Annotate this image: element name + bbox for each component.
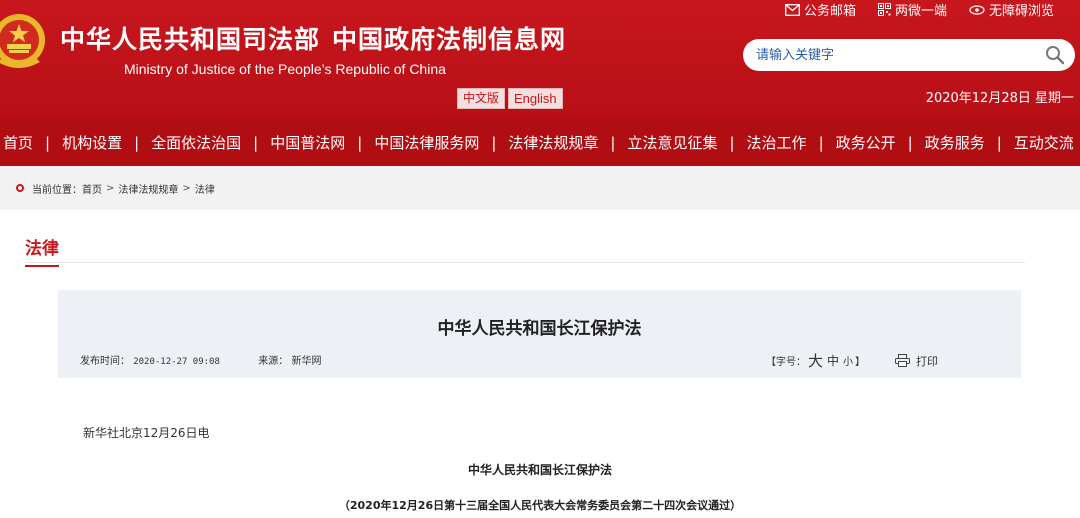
breadcrumb-prefix: 当前位置： bbox=[32, 184, 82, 196]
article-tools: 【字号： 大 中 小 】 打印 bbox=[766, 350, 938, 371]
font-size-small-button[interactable]: 小 bbox=[843, 353, 853, 368]
article-header: 中华人民共和国长江保护法 发布时间： 2020-12-27 09:08 来源： … bbox=[58, 290, 1021, 378]
article-body-title: 中华人民共和国长江保护法 bbox=[467, 463, 612, 477]
font-size-end: 】 bbox=[855, 357, 866, 368]
breadcrumb: 当前位置： 首页 > 法律法规规章 > 法律 bbox=[0, 166, 1080, 210]
article-dateline: 新华社北京12月26日电 bbox=[83, 426, 210, 440]
publish-time: 2020-12-27 09:08 bbox=[133, 357, 220, 367]
font-size-medium-button[interactable]: 中 bbox=[827, 352, 839, 369]
printer-icon bbox=[895, 354, 911, 367]
top-link-mail[interactable]: 公务邮箱 bbox=[785, 0, 856, 19]
nav-separator: | bbox=[907, 133, 913, 152]
print-label: 打印 bbox=[916, 354, 939, 368]
section-divider bbox=[25, 262, 1025, 263]
nav-separator: | bbox=[357, 133, 363, 152]
nav-item-home[interactable]: 首页 bbox=[3, 132, 33, 153]
font-size-large-button[interactable]: 大 bbox=[808, 350, 823, 371]
source-label: 来源： bbox=[258, 356, 289, 367]
nav-item-laws-regulations[interactable]: 法律法规规章 bbox=[508, 132, 598, 153]
site-title-portal: 中国政府法制信息网 bbox=[332, 25, 567, 54]
top-link-wechat-weibo-label: 两微一端 bbox=[894, 4, 947, 19]
top-link-wechat-weibo[interactable]: 两微一端 bbox=[877, 0, 947, 19]
nav-item-rule-of-law-work[interactable]: 法治工作 bbox=[747, 132, 807, 153]
lang-chinese-button[interactable]: 中文版 bbox=[457, 88, 506, 109]
article-title: 中华人民共和国长江保护法 bbox=[437, 319, 642, 339]
nav-separator: | bbox=[134, 133, 140, 152]
top-link-mail-label: 公务邮箱 bbox=[803, 4, 856, 19]
nav-separator: | bbox=[610, 133, 616, 152]
nav-separator: | bbox=[996, 133, 1002, 152]
nav-separator: | bbox=[818, 133, 824, 152]
main-nav: 首页 | 机构设置 | 全面依法治国 | 中国普法网 | 中国法律服务网 | 法律法规规章… bbox=[0, 119, 1080, 166]
article-meta: 发布时间： 2020-12-27 09:08 来源： 新华网 bbox=[80, 352, 321, 367]
site-subtitle-english: Ministry of Justice of the People’s Repu… bbox=[124, 61, 446, 77]
font-size-label: 【字号： bbox=[766, 357, 806, 368]
eye-icon bbox=[969, 4, 985, 15]
nav-item-legal-services[interactable]: 中国法律服务网 bbox=[374, 132, 479, 153]
location-dot-icon bbox=[16, 184, 24, 192]
nav-item-organization[interactable]: 机构设置 bbox=[62, 132, 122, 153]
lang-english-button[interactable]: English bbox=[508, 88, 563, 109]
search-input[interactable] bbox=[743, 40, 1035, 70]
search-box bbox=[743, 39, 1075, 71]
nav-item-interaction[interactable]: 互动交流 bbox=[1014, 132, 1074, 153]
top-link-accessibility-label: 无障碍浏览 bbox=[988, 4, 1054, 19]
nav-item-government-services[interactable]: 政务服务 bbox=[925, 132, 985, 153]
mail-icon bbox=[785, 3, 800, 16]
top-links: 公务邮箱 两微一端 无障碍浏览 bbox=[785, 0, 1054, 19]
breadcrumb-separator: > bbox=[106, 182, 115, 194]
qr-code-icon bbox=[877, 3, 891, 16]
article-body-subtitle: （2020年12月26日第十三届全国人民代表大会常务委员会第二十四次会议通过） bbox=[338, 499, 742, 512]
breadcrumb-laws-regulations[interactable]: 法律法规规章 bbox=[118, 181, 178, 196]
nav-separator: | bbox=[253, 133, 259, 152]
breadcrumb-separator: > bbox=[182, 182, 191, 194]
breadcrumb-law[interactable]: 法律 bbox=[195, 181, 215, 196]
nav-item-legislation-opinions[interactable]: 立法意见征集 bbox=[627, 132, 717, 153]
national-emblem-icon bbox=[0, 14, 45, 68]
publish-time-label: 发布时间： bbox=[80, 356, 130, 367]
top-link-accessibility[interactable]: 无障碍浏览 bbox=[969, 0, 1054, 19]
site-title[interactable]: 中华人民共和国司法部 中国政府法制信息网 bbox=[60, 20, 566, 56]
print-button[interactable]: 打印 bbox=[895, 353, 938, 369]
nav-item-pufa[interactable]: 中国普法网 bbox=[270, 132, 345, 153]
nav-item-rule-of-law[interactable]: 全面依法治国 bbox=[151, 132, 241, 153]
nav-item-government-affairs[interactable]: 政务公开 bbox=[836, 132, 896, 153]
site-header: 中华人民共和国司法部 中国政府法制信息网 Ministry of Justice … bbox=[0, 0, 1080, 119]
nav-separator: | bbox=[491, 133, 497, 152]
search-icon bbox=[1046, 46, 1065, 65]
breadcrumb-home[interactable]: 首页 bbox=[82, 181, 102, 196]
nav-separator: | bbox=[729, 133, 735, 152]
source-value: 新华网 bbox=[291, 356, 322, 367]
nav-separator: | bbox=[45, 133, 51, 152]
site-title-ministry: 中华人民共和国司法部 bbox=[60, 25, 321, 54]
section-title: 法律 bbox=[25, 234, 59, 267]
current-date: 2020年12月28日 星期一 bbox=[925, 91, 1074, 106]
search-button[interactable] bbox=[1035, 40, 1075, 70]
language-switch: 中文版 English bbox=[457, 88, 563, 109]
